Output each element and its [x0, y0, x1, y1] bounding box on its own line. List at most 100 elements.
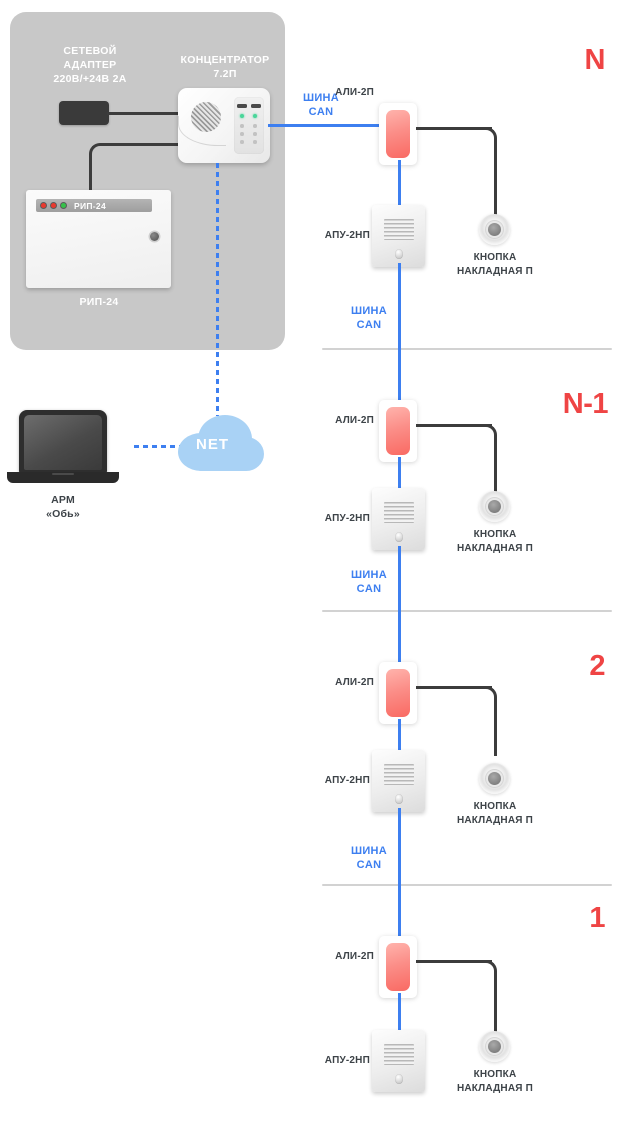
apu-button-icon [395, 1074, 403, 1084]
can-bus-label-below-floor-N-1: ШИНА CAN [350, 569, 388, 595]
floor-number-2: 2 [589, 650, 605, 682]
ali-module-floor-1 [379, 936, 417, 998]
can-bus-label-below-floor-N: ШИНА CAN [350, 305, 388, 331]
ali-to-button-wire-v-floor-2 [494, 697, 497, 756]
workstation-label: АРМ «Обь» [46, 494, 80, 521]
ali-label-floor-2: АЛИ-2П [335, 677, 374, 688]
push-button-floor-N-1[interactable] [479, 491, 510, 522]
adapter-to-concentrator-wire [107, 112, 180, 115]
ali-label-floor-N-1: АЛИ-2П [335, 415, 374, 426]
concentrator-dot-6 [253, 140, 257, 144]
concentrator-led-right [253, 114, 257, 118]
ali-module-floor-N [379, 103, 417, 165]
apu-label-floor-N-1: АПУ-2НП [324, 513, 370, 524]
laptop-icon [19, 410, 107, 474]
apu-button-icon [395, 532, 403, 542]
floor-number-1: 1 [589, 902, 605, 934]
apu-label-floor-N: АПУ-2НП [324, 230, 370, 241]
ali-to-button-wire-h-floor-1 [416, 960, 492, 963]
apu-module-floor-2 [372, 750, 425, 812]
concentrator-to-net-dashed-link [216, 163, 219, 416]
concentrator-keypad-panel [234, 97, 264, 154]
ali-module-floor-N-1 [379, 400, 417, 462]
push-button-core [488, 500, 501, 513]
apu-module-floor-N-1 [372, 488, 425, 550]
concentrator-slot-right [251, 104, 261, 108]
ali-to-button-wire-h-floor-2 [416, 686, 492, 689]
can-bus-ali-to-apu-floor-N [398, 160, 401, 208]
concentrator-dot-1 [240, 124, 244, 128]
ali-module-body [386, 943, 410, 991]
ali-module-body [386, 407, 410, 455]
can-bus-floor-N-1-down [398, 546, 401, 614]
can-bus-into-floor-1 [398, 884, 401, 940]
push-button-label-floor-N-1: КНОПКА НАКЛАДНАЯ П [456, 529, 534, 554]
can-bus-label-below-floor-2: ШИНА CAN [350, 845, 388, 871]
concentrator-led-left [240, 114, 244, 118]
ali-label-floor-N: АЛИ-2П [335, 87, 374, 98]
concentrator-dot-3 [240, 132, 244, 136]
floor-separator-N-1 [322, 610, 612, 612]
ali-to-button-wire-v-floor-N-1 [494, 435, 497, 494]
apu-label-floor-2: АПУ-2НП [324, 775, 370, 786]
rip-led-1 [40, 202, 47, 209]
concentrator-dot-4 [253, 132, 257, 136]
concentrator-dot-5 [240, 140, 244, 144]
rip-caption: РИП-24 [79, 296, 119, 308]
floor-separator-N [322, 348, 612, 350]
push-button-core [488, 1040, 501, 1053]
power-adapter-label: СЕТЕВОЙ АДАПТЕР 220В/+24В 2А [53, 45, 127, 86]
push-button-label-floor-1: КНОПКА НАКЛАДНАЯ П [456, 1069, 534, 1094]
push-button-floor-2[interactable] [479, 763, 510, 794]
rip-knob-icon [150, 232, 159, 241]
can-bus-horizontal-trunk [268, 124, 380, 127]
ali-module-floor-2 [379, 662, 417, 724]
concentrator-label: КОНЦЕНТРАТОР 7.2П [180, 54, 270, 81]
rip-strip-text: РИП-24 [74, 200, 106, 211]
push-button-floor-N[interactable] [479, 214, 510, 245]
push-button-label-floor-N: КНОПКА НАКЛАДНАЯ П [456, 252, 534, 277]
floor-number-N: N [584, 44, 606, 76]
push-button-label-floor-2: КНОПКА НАКЛАДНАЯ П [456, 801, 534, 826]
laptop-base [7, 472, 119, 483]
laptop-screen [24, 415, 102, 470]
concentrator-dot-2 [253, 124, 257, 128]
ali-to-button-wire-h-floor-N [416, 127, 492, 130]
floor-number-N-1: N-1 [562, 388, 609, 420]
net-label: NET [196, 436, 229, 453]
rip-led-2 [50, 202, 57, 209]
can-bus-into-floor-N-1 [398, 348, 401, 404]
diagram-canvas: СЕТЕВОЙ АДАПТЕР 220В/+24В 2А КОНЦЕНТРАТО… [0, 0, 640, 1128]
concentrator-to-rip-wire-vertical [89, 154, 92, 192]
power-adapter-icon [59, 101, 109, 125]
apu-grille-icon [384, 219, 414, 240]
apu-label-floor-1: АПУ-2НП [324, 1055, 370, 1066]
push-button-floor-1[interactable] [479, 1031, 510, 1062]
ali-to-button-wire-v-floor-1 [494, 971, 497, 1034]
apu-button-icon [395, 249, 403, 259]
rip-label-strip: РИП-24 [36, 199, 152, 212]
power-supply-icon: РИП-24 [26, 190, 171, 288]
can-bus-into-floor-2 [398, 610, 401, 666]
push-button-core [488, 772, 501, 785]
rip-led-3 [60, 202, 67, 209]
can-bus-floor-2-down [398, 808, 401, 888]
apu-module-floor-N [372, 205, 425, 267]
push-button-core [488, 223, 501, 236]
ali-to-button-wire-v-floor-N [494, 138, 497, 217]
apu-grille-icon [384, 502, 414, 523]
concentrator-swoosh-decor [178, 116, 226, 146]
can-bus-floor-N-down [398, 263, 401, 353]
apu-grille-icon [384, 1044, 414, 1065]
concentrator-icon [178, 88, 270, 163]
ali-module-body [386, 110, 410, 158]
apu-module-floor-1 [372, 1030, 425, 1092]
concentrator-to-rip-wire-horizontal [100, 143, 182, 146]
ali-module-body [386, 669, 410, 717]
ali-label-floor-1: АЛИ-2П [335, 951, 374, 962]
ali-to-button-wire-h-floor-N-1 [416, 424, 492, 427]
concentrator-slot-left [237, 104, 247, 108]
apu-button-icon [395, 794, 403, 804]
floor-separator-2 [322, 884, 612, 886]
apu-grille-icon [384, 764, 414, 785]
